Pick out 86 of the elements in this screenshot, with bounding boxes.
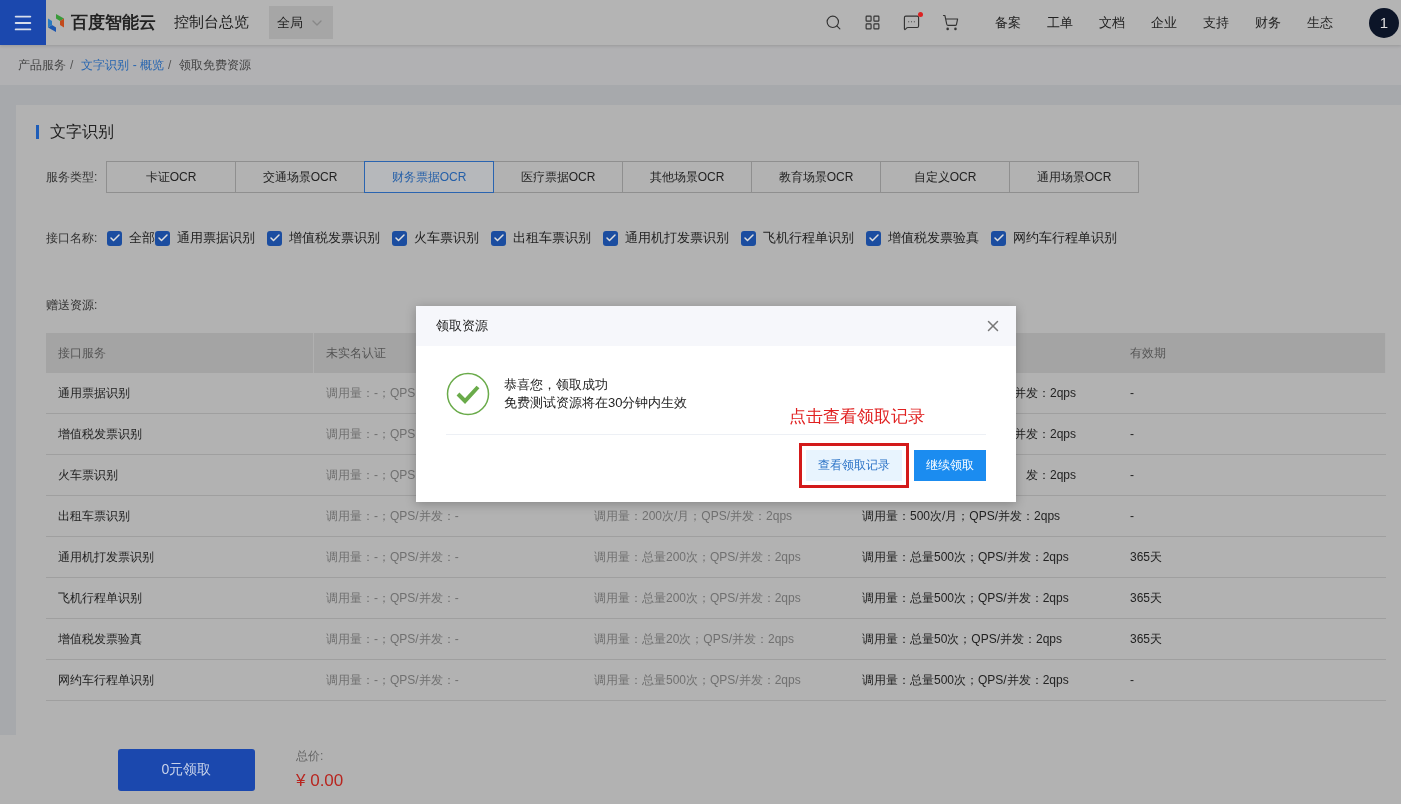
- success-check-icon: [446, 372, 490, 416]
- table-cell: 增值税发票验真: [46, 619, 314, 660]
- breadcrumb-separator: /: [70, 58, 74, 72]
- nav-link[interactable]: 备案: [995, 13, 1021, 32]
- table-cell: 调用量：总量500次；QPS/并发：2qps: [850, 537, 1118, 578]
- table-cell: 网约车行程单识别: [46, 660, 314, 701]
- field-label: 赠送资源:: [46, 297, 99, 314]
- table-cell: 调用量：总量200次；QPS/并发：2qps: [582, 537, 850, 578]
- table-cell: 增值税发票识别: [46, 414, 314, 455]
- interface-checkbox[interactable]: 通用机打发票识别: [603, 229, 729, 247]
- breadcrumb-item[interactable]: 领取免费资源: [179, 56, 252, 74]
- table-cell: 调用量：总量500次；QPS/并发：2qps: [582, 660, 850, 701]
- nav-link[interactable]: 文档: [1099, 13, 1125, 32]
- service-tab[interactable]: 交通场景OCR: [235, 161, 365, 193]
- dialog-title: 领取资源: [436, 317, 488, 335]
- service-tab[interactable]: 其他场景OCR: [622, 161, 752, 193]
- table-cell: 调用量：总量50次；QPS/并发：2qps: [850, 619, 1118, 660]
- table-cell: 飞机行程单识别: [46, 578, 314, 619]
- table-cell: 调用量：-；QPS/并发：-: [314, 537, 582, 578]
- table-cell: 365天: [1118, 537, 1386, 578]
- table-cell: 通用机打发票识别: [46, 537, 314, 578]
- nav-link[interactable]: 工单: [1047, 13, 1073, 32]
- table-cell: 调用量：总量500次；QPS/并发：2qps: [850, 660, 1118, 701]
- column-header: 有效期: [1118, 333, 1386, 373]
- service-tab[interactable]: 教育场景OCR: [751, 161, 881, 193]
- service-tab[interactable]: 卡证OCR: [106, 161, 236, 193]
- interface-checkbox[interactable]: 增值税发票验真: [866, 229, 979, 247]
- nav-link[interactable]: 企业: [1151, 13, 1177, 32]
- nav-link[interactable]: 生态: [1307, 13, 1333, 32]
- checkmark-icon: [156, 232, 169, 244]
- table-cell: 调用量：-；QPS/并发：-: [314, 660, 582, 701]
- table-cell: -: [1118, 373, 1386, 414]
- table-cell: 出租车票识别: [46, 496, 314, 537]
- grid-icon[interactable]: [864, 14, 881, 31]
- total-label: 总价:: [296, 748, 325, 765]
- table-cell: -: [1118, 496, 1386, 537]
- checkmark-icon: [268, 232, 281, 244]
- checkmark-icon: [992, 232, 1005, 244]
- checkmark-icon: [742, 232, 755, 244]
- field-label: 服务类型:: [46, 168, 99, 186]
- section-title: 文字识别: [36, 125, 1386, 139]
- checkmark-icon: [604, 232, 617, 244]
- table-cell: 调用量：-；QPS/并发：-: [314, 619, 582, 660]
- table-cell: -: [1118, 455, 1386, 496]
- cart-icon[interactable]: [942, 14, 959, 31]
- checkmark-icon: [867, 232, 880, 244]
- interface-checkbox[interactable]: 全部: [107, 229, 155, 247]
- table-cell: 通用票据识别: [46, 373, 314, 414]
- search-icon[interactable]: [825, 14, 842, 31]
- message-icon[interactable]: [903, 14, 920, 31]
- total-price: ¥ 0.00: [296, 771, 344, 791]
- table-cell: 调用量：总量500次；QPS/并发：2qps: [850, 578, 1118, 619]
- checkmark-icon: [393, 232, 406, 244]
- interface-checkbox[interactable]: 通用票据识别: [155, 229, 255, 247]
- scope-select[interactable]: 全局: [269, 6, 333, 39]
- claim-button[interactable]: 0元领取: [118, 748, 255, 791]
- console-title[interactable]: 控制台总览: [174, 13, 249, 32]
- breadcrumb-separator: /: [168, 58, 172, 72]
- checkmark-icon: [492, 232, 505, 244]
- table-cell: 调用量：-；QPS/并发：-: [314, 578, 582, 619]
- interface-checkbox[interactable]: 火车票识别: [392, 229, 479, 247]
- logo-icon: [46, 12, 66, 33]
- checkmark-icon: [108, 232, 121, 244]
- table-cell: -: [1118, 660, 1386, 701]
- table-cell: 火车票识别: [46, 455, 314, 496]
- service-tab[interactable]: 通用场景OCR: [1009, 161, 1139, 193]
- table-cell: 365天: [1118, 578, 1386, 619]
- field-label: 接口名称:: [46, 229, 99, 247]
- column-header: 接口服务: [46, 333, 314, 373]
- interface-checkbox[interactable]: 网约车行程单识别: [991, 229, 1117, 247]
- menu-button[interactable]: [0, 0, 46, 45]
- avatar[interactable]: 1: [1369, 7, 1399, 38]
- interface-checkbox[interactable]: 增值税发票识别: [267, 229, 380, 247]
- nav-link[interactable]: 支持: [1203, 13, 1229, 32]
- table-cell: 调用量：总量200次；QPS/并发：2qps: [582, 578, 850, 619]
- brand-name: 百度智能云: [71, 12, 156, 34]
- records-button[interactable]: 查看领取记录: [806, 450, 902, 481]
- breadcrumb-item[interactable]: 产品服务: [18, 56, 66, 74]
- service-tab[interactable]: 医疗票据OCR: [493, 161, 623, 193]
- service-tab[interactable]: 自定义OCR: [880, 161, 1010, 193]
- table-cell: 365天: [1118, 619, 1386, 660]
- table-cell: -: [1118, 414, 1386, 455]
- interface-checkbox[interactable]: 飞机行程单识别: [741, 229, 854, 247]
- table-cell: 调用量：总量20次；QPS/并发：2qps: [582, 619, 850, 660]
- nav-link[interactable]: 财务: [1255, 13, 1281, 32]
- interface-checkbox[interactable]: 出租车票识别: [491, 229, 591, 247]
